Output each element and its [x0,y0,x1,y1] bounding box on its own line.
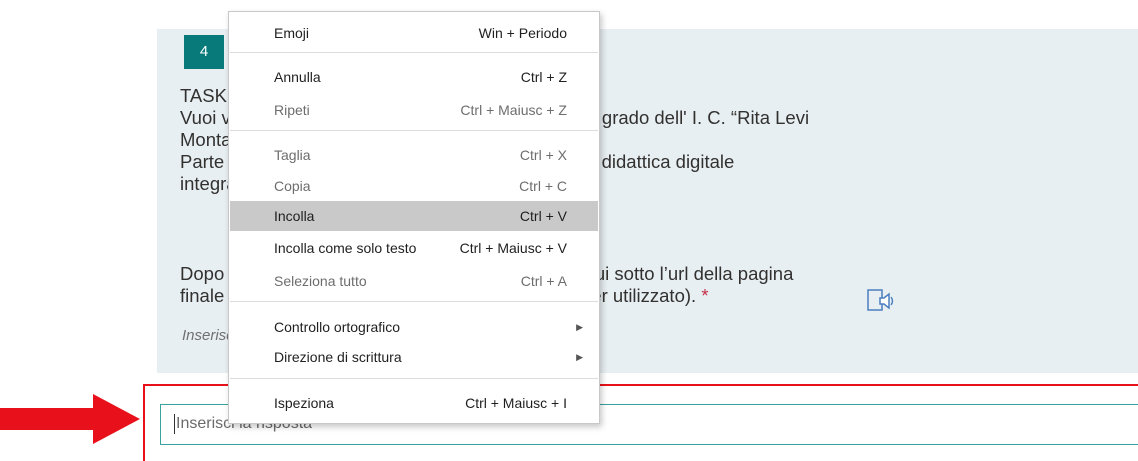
menu-item-undo[interactable]: Annulla Ctrl + Z [230,62,598,92]
menu-item-label: Incolla [274,208,315,224]
menu-item-shortcut: Ctrl + V [519,208,567,224]
menu-item-select-all[interactable]: Seleziona tutto Ctrl + A [230,266,598,296]
menu-item-inspect[interactable]: Ispeziona Ctrl + Maiusc + I [230,388,598,418]
menu-item-label: Controllo ortografico [274,319,401,335]
immersive-reader-icon[interactable] [866,287,896,313]
chevron-right-icon: ▶ [576,352,583,362]
menu-item-spell-check[interactable]: Controllo ortografico ▶ [230,312,598,342]
menu-item-label: Seleziona tutto [274,273,367,289]
menu-item-shortcut: Ctrl + A [520,273,567,289]
menu-item-label: Annulla [274,69,321,85]
menu-item-cut[interactable]: Taglia Ctrl + X [230,140,598,170]
menu-separator [230,130,598,131]
question-number-badge: 4 [184,35,224,69]
menu-separator [230,52,598,53]
context-menu: Emoji Win + Periodo Annulla Ctrl + Z Ripet… [228,11,600,424]
menu-item-shortcut: Ctrl + Maiusc + V [459,240,567,256]
menu-item-shortcut: Ctrl + Maiusc + I [465,395,567,411]
menu-item-shortcut: Win + Periodo [478,25,567,41]
menu-item-shortcut: Ctrl + X [519,147,567,163]
menu-separator [230,301,598,302]
menu-item-label: Ripeti [274,102,310,118]
text-caret [174,414,175,434]
menu-item-shortcut: Ctrl + Z [520,69,567,85]
menu-item-label: Direzione di scrittura [274,349,402,365]
menu-item-redo[interactable]: Ripeti Ctrl + Maiusc + Z [230,95,598,125]
menu-item-label: Incolla come solo testo [274,240,417,256]
menu-item-copy[interactable]: Copia Ctrl + C [230,171,598,201]
menu-item-paste[interactable]: Incolla Ctrl + V [230,201,598,231]
menu-item-paste-plain-text[interactable]: Incolla come solo testo Ctrl + Maiusc + V [230,233,598,263]
chevron-right-icon: ▶ [576,322,583,332]
menu-item-label: Taglia [274,147,311,163]
menu-item-writing-direction[interactable]: Direzione di scrittura ▶ [230,342,598,372]
menu-item-label: Ispeziona [274,395,334,411]
red-arrow-icon [0,394,140,444]
menu-item-shortcut: Ctrl + C [519,178,567,194]
menu-item-emoji[interactable]: Emoji Win + Periodo [230,18,598,48]
required-marker: * [701,285,709,306]
menu-item-label: Emoji [274,25,310,41]
menu-item-label: Copia [274,178,311,194]
menu-item-shortcut: Ctrl + Maiusc + Z [460,102,567,118]
menu-separator [230,378,598,379]
